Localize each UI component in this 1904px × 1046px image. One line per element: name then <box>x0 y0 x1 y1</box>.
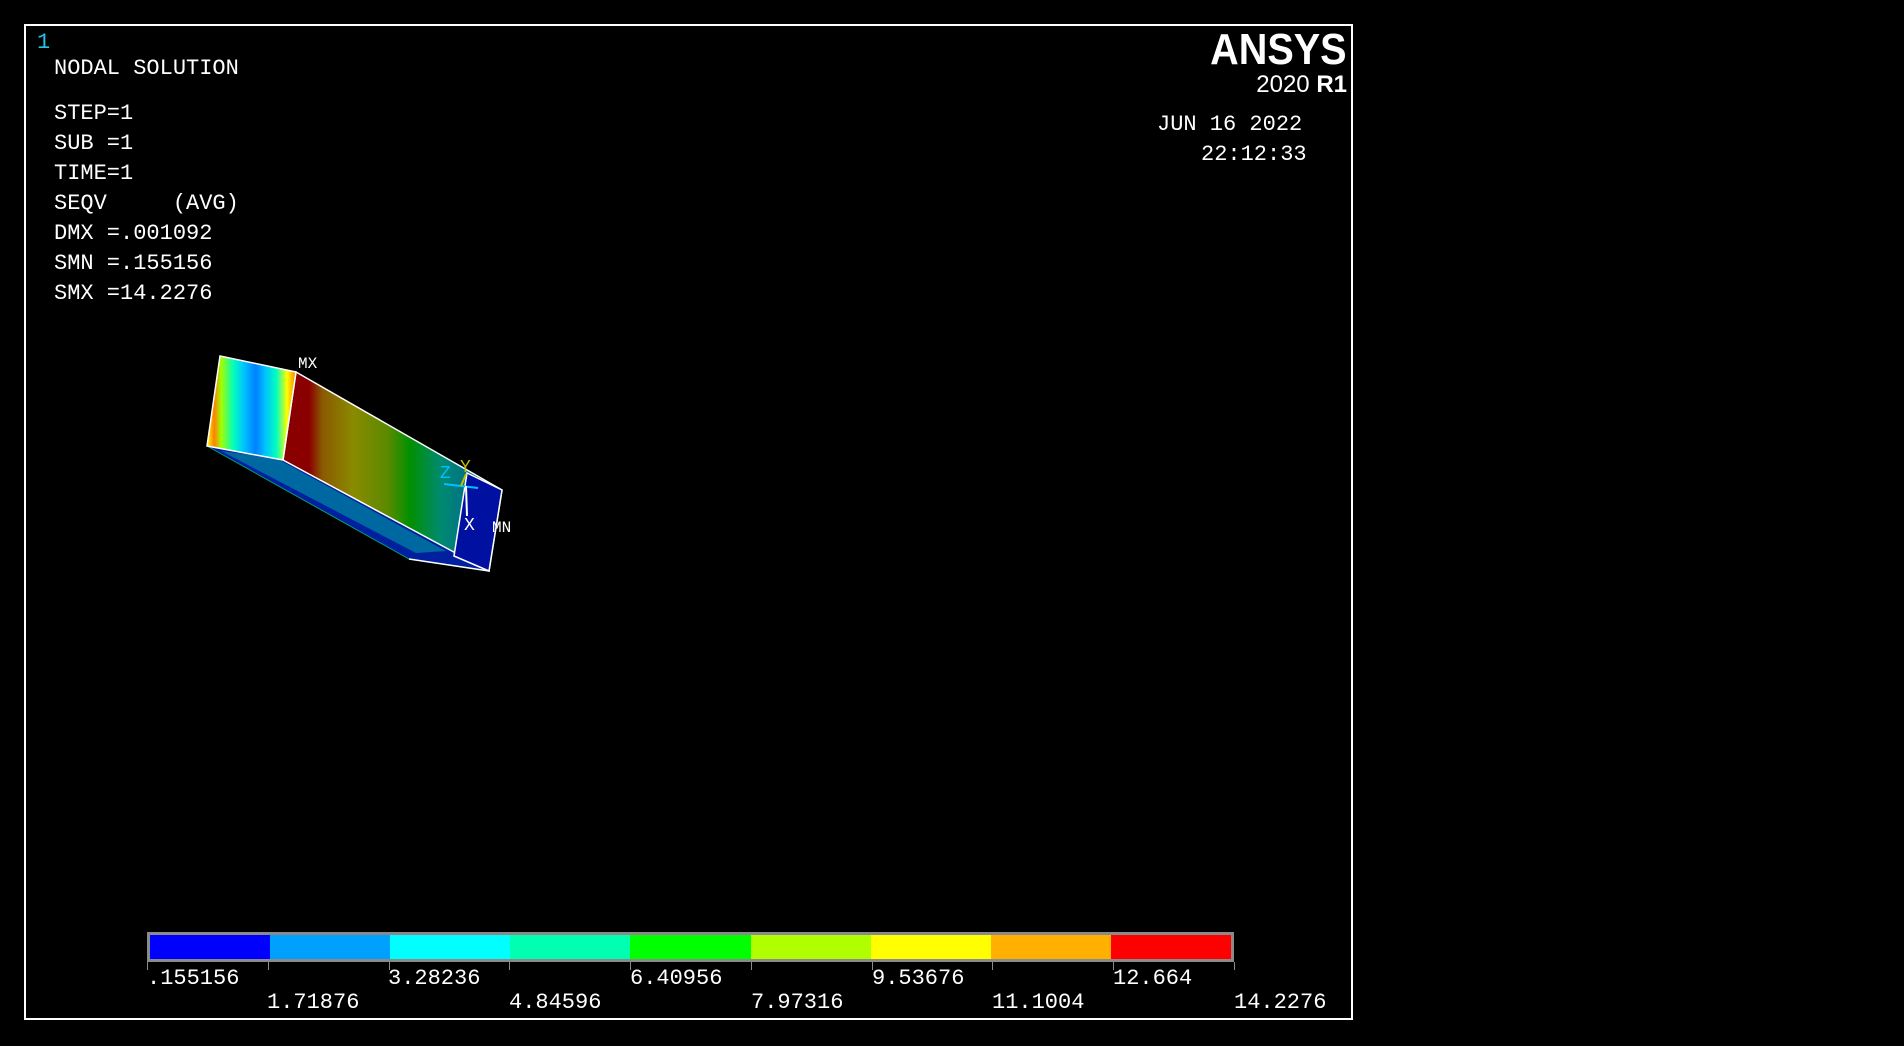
triad-x-axis <box>465 485 468 517</box>
legend-label-3: 3.28236 <box>388 966 481 991</box>
legend-tick <box>1234 962 1235 970</box>
legend-label-7: 9.53676 <box>872 966 965 991</box>
legend-label-10: 14.2276 <box>1234 990 1327 1015</box>
legend-tick <box>630 962 632 970</box>
legend-segment-9 <box>1110 935 1231 959</box>
legend-label-1: .155156 <box>147 966 240 991</box>
legend-segment-3 <box>390 935 511 959</box>
legend-label-8: 11.1004 <box>992 990 1085 1015</box>
triad-z-label: Z <box>440 464 451 484</box>
beam-model[interactable]: Z Y X MX MN <box>26 26 1355 1022</box>
legend-label-4: 4.84596 <box>509 990 602 1015</box>
legend-segment-5 <box>630 935 751 959</box>
legend-label-5: 6.40956 <box>630 966 723 991</box>
legend-tick <box>509 962 511 970</box>
beam-end-face <box>206 355 297 461</box>
legend-segment-4 <box>510 935 631 959</box>
max-marker: MX <box>298 355 318 373</box>
legend-segment-1 <box>150 935 271 959</box>
min-marker: MN <box>492 519 511 537</box>
legend-tick <box>147 962 148 970</box>
contour-legend-bar <box>147 932 1234 962</box>
graphics-viewport[interactable]: 1 NODAL SOLUTION STEP=1 SUB =1 TIME=1 SE… <box>24 24 1353 1020</box>
legend-label-6: 7.97316 <box>751 990 844 1015</box>
triad-x-label: X <box>464 516 475 536</box>
legend-tick <box>992 962 994 970</box>
legend-tick <box>388 962 390 970</box>
legend-tick <box>871 962 873 970</box>
triad-y-label: Y <box>460 458 471 478</box>
legend-segment-6 <box>750 935 871 959</box>
legend-segment-7 <box>870 935 991 959</box>
legend-segment-2 <box>270 935 391 959</box>
legend-label-9: 12.664 <box>1113 966 1193 991</box>
legend-tick <box>750 962 752 970</box>
legend-segment-8 <box>990 935 1111 959</box>
legend-tick <box>267 962 269 970</box>
legend-label-2: 1.71876 <box>267 990 360 1015</box>
legend-tick <box>1113 962 1115 970</box>
